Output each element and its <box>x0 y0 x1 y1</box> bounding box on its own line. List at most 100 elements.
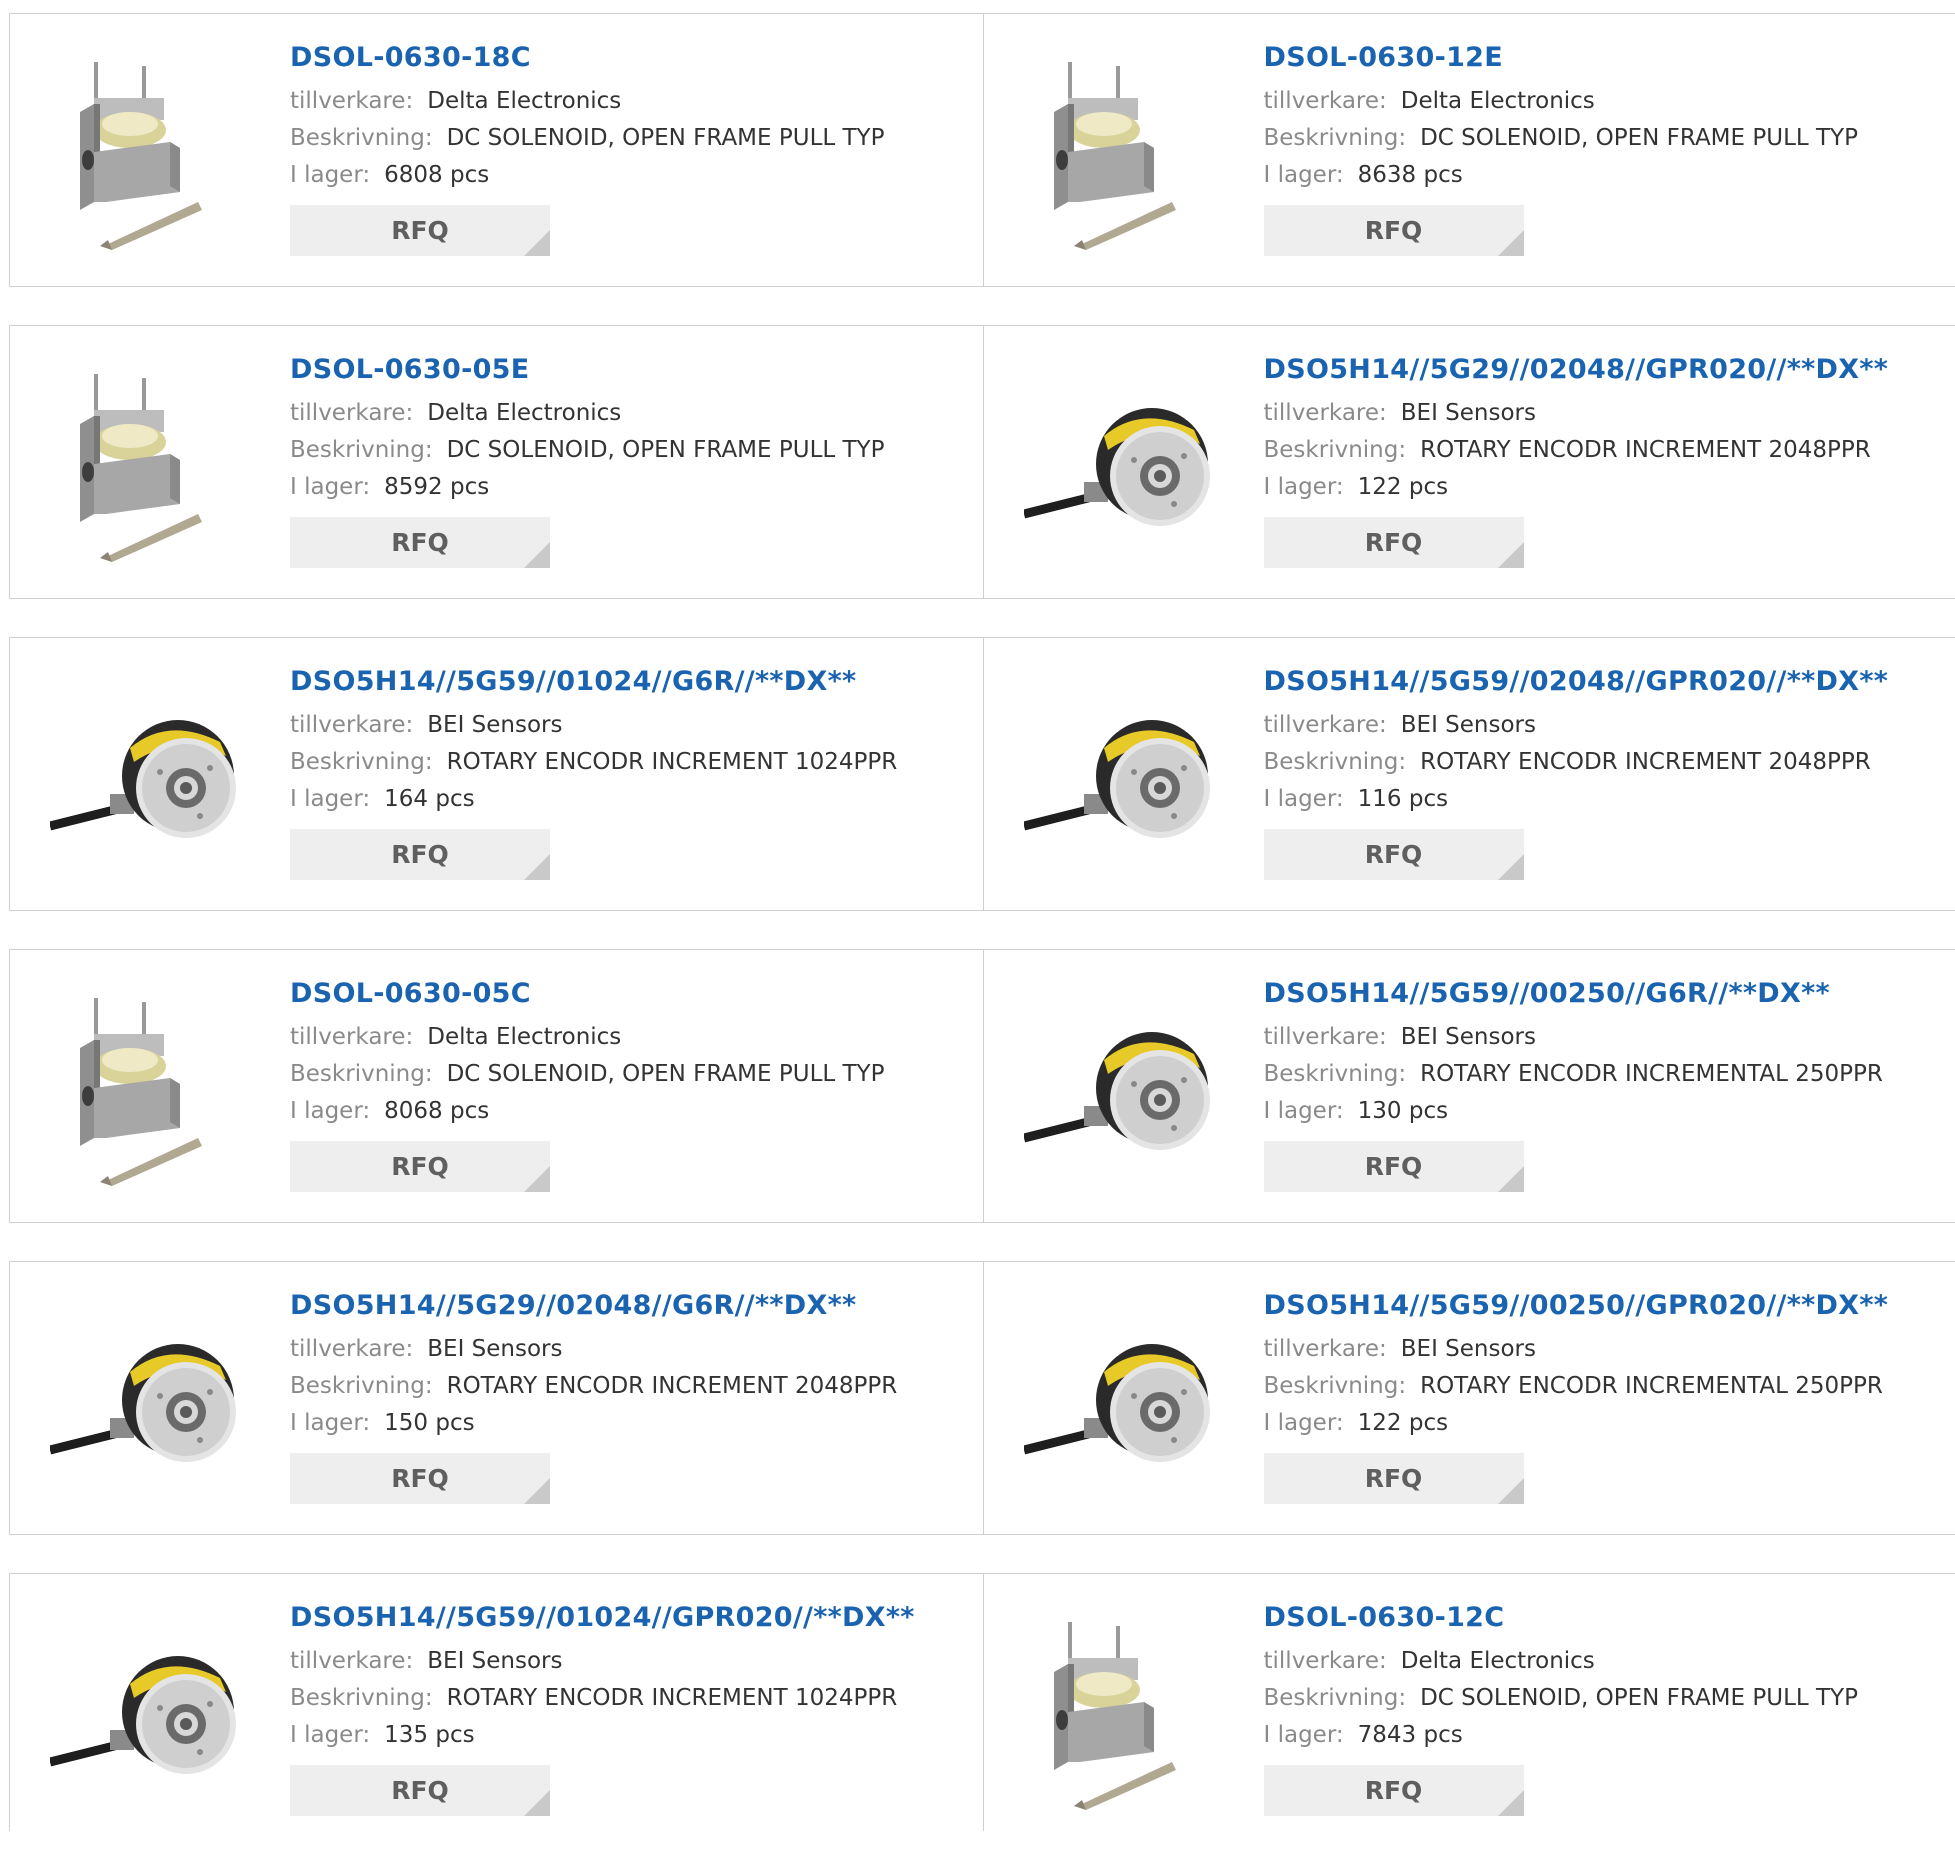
description-row: Beskrivning:ROTARY ENCODR INCREMENTAL 25… <box>1264 1062 1883 1087</box>
manufacturer-label: tillverkare: <box>290 1336 413 1362</box>
part-number-link[interactable]: DSO5H14//5G59//01024//G6R//**DX** <box>290 666 897 697</box>
stock-row: I lager:8592 pcs <box>290 475 884 500</box>
rfq-button[interactable]: RFQ <box>290 1765 550 1816</box>
rfq-button[interactable]: RFQ <box>290 205 550 256</box>
product-image[interactable] <box>1024 52 1224 252</box>
product-info: DSOL-0630-12E tillverkare: Delta Electron… <box>1264 42 1858 256</box>
manufacturer-value: Delta Electronics <box>1401 88 1595 114</box>
rfq-button[interactable]: RFQ <box>1264 829 1524 880</box>
description-value: DC SOLENOID, OPEN FRAME PULL TYP <box>447 1061 885 1087</box>
rfq-button[interactable]: RFQ <box>1264 1765 1524 1816</box>
manufacturer-value: Delta Electronics <box>427 400 621 426</box>
product-image[interactable] <box>50 988 250 1188</box>
description-value: ROTARY ENCODR INCREMENT 1024PPR <box>447 1685 898 1711</box>
product-info: DSOL-0630-12C tillverkare:Delta Electron… <box>1264 1602 1858 1816</box>
product-info: DSO5H14//5G59//01024//GPR020//**DX** til… <box>290 1602 915 1816</box>
stock-label: I lager: <box>290 162 370 188</box>
product-image[interactable] <box>50 1612 250 1812</box>
stock-row: I lager:130 pcs <box>1264 1099 1883 1124</box>
part-number-link[interactable]: DSO5H14//5G59//00250//G6R//**DX** <box>1264 978 1883 1009</box>
manufacturer-label: tillverkare: <box>1264 1648 1387 1674</box>
part-number-link[interactable]: DSO5H14//5G29//02048//GPR020//**DX** <box>1264 354 1889 385</box>
rfq-button[interactable]: RFQ <box>290 829 550 880</box>
description-value: DC SOLENOID, OPEN FRAME PULL TYP <box>1420 125 1858 151</box>
description-row: Beskrivning:DC SOLENOID, OPEN FRAME PULL… <box>290 126 884 151</box>
stock-value: 122 pcs <box>1358 474 1448 500</box>
solenoid-icon <box>50 988 250 1188</box>
corner-triangle-icon <box>524 1478 550 1504</box>
corner-triangle-icon <box>524 1166 550 1192</box>
corner-triangle-icon <box>524 230 550 256</box>
product-card: DSOL-0630-12C tillverkare:Delta Electron… <box>983 1574 1955 1831</box>
rfq-button[interactable]: RFQ <box>1264 205 1524 256</box>
manufacturer-value: BEI Sensors <box>427 712 562 738</box>
rfq-button[interactable]: RFQ <box>290 517 550 568</box>
product-row: DSOL-0630-18C tillverkare: Delta Electron… <box>9 13 1955 287</box>
product-card: DSOL-0630-05C tillverkare:Delta Electron… <box>10 950 983 1222</box>
part-number-link[interactable]: DSO5H14//5G29//02048//G6R//**DX** <box>290 1290 897 1321</box>
description-row: Beskrivning:DC SOLENOID, OPEN FRAME PULL… <box>290 1062 884 1087</box>
product-image[interactable] <box>50 676 250 876</box>
stock-label: I lager: <box>290 1722 370 1748</box>
rfq-label: RFQ <box>1365 216 1423 245</box>
rfq-button[interactable]: RFQ <box>1264 517 1524 568</box>
rotary-encoder-icon <box>1024 988 1224 1188</box>
rfq-button[interactable]: RFQ <box>1264 1141 1524 1192</box>
product-image[interactable] <box>1024 988 1224 1188</box>
part-number-link[interactable]: DSO5H14//5G59//01024//GPR020//**DX** <box>290 1602 915 1633</box>
manufacturer-value: BEI Sensors <box>1401 1024 1536 1050</box>
corner-triangle-icon <box>1498 1790 1524 1816</box>
manufacturer-label: tillverkare: <box>1264 88 1387 114</box>
rotary-encoder-icon <box>1024 676 1224 876</box>
part-number-link[interactable]: DSOL-0630-05E <box>290 354 884 385</box>
product-image[interactable] <box>50 1300 250 1500</box>
part-number-link[interactable]: DSOL-0630-12E <box>1264 42 1858 73</box>
stock-row: I lager:6808 pcs <box>290 163 884 188</box>
part-number-link[interactable]: DSOL-0630-05C <box>290 978 884 1009</box>
product-image[interactable] <box>1024 676 1224 876</box>
part-number-link[interactable]: DSOL-0630-12C <box>1264 1602 1858 1633</box>
rotary-encoder-icon <box>1024 1300 1224 1500</box>
description-label: Beskrivning: <box>290 1685 433 1711</box>
product-image[interactable] <box>50 52 250 252</box>
rfq-label: RFQ <box>1365 1152 1423 1181</box>
product-card: DSO5H14//5G59//00250//G6R//**DX** tillve… <box>983 950 1955 1222</box>
stock-value: 7843 pcs <box>1358 1722 1463 1748</box>
manufacturer-value: BEI Sensors <box>1401 400 1536 426</box>
rfq-label: RFQ <box>1365 1776 1423 1805</box>
rfq-button[interactable]: RFQ <box>290 1141 550 1192</box>
description-label: Beskrivning: <box>1264 749 1407 775</box>
product-image[interactable] <box>1024 1300 1224 1500</box>
product-card: DSO5H14//5G59//01024//GPR020//**DX** til… <box>10 1574 983 1831</box>
stock-label: I lager: <box>290 1410 370 1436</box>
product-info: DSO5H14//5G59//00250//G6R//**DX** tillve… <box>1264 978 1883 1192</box>
solenoid-icon <box>50 364 250 564</box>
description-label: Beskrivning: <box>1264 437 1407 463</box>
rotary-encoder-icon <box>50 676 250 876</box>
product-info: DSOL-0630-18C tillverkare:Delta Electron… <box>290 42 884 256</box>
product-card: DSO5H14//5G59//02048//GPR020//**DX** til… <box>983 638 1955 910</box>
manufacturer-row: tillverkare:BEI Sensors <box>290 1649 915 1674</box>
stock-row: I lager:8638 pcs <box>1264 163 1858 188</box>
product-image[interactable] <box>50 364 250 564</box>
product-row: DSOL-0630-05C tillverkare:Delta Electron… <box>9 949 1955 1223</box>
part-number-link[interactable]: DSO5H14//5G59//02048//GPR020//**DX** <box>1264 666 1889 697</box>
rotary-encoder-icon <box>50 1300 250 1500</box>
rfq-label: RFQ <box>1365 1464 1423 1493</box>
manufacturer-label: tillverkare: <box>290 1648 413 1674</box>
description-label: Beskrivning: <box>290 1373 433 1399</box>
product-card: DSOL-0630-18C tillverkare:Delta Electron… <box>10 14 983 286</box>
rfq-label: RFQ <box>391 1464 449 1493</box>
product-image[interactable] <box>1024 1612 1224 1812</box>
manufacturer-label: tillverkare: <box>290 1024 413 1050</box>
corner-triangle-icon <box>524 854 550 880</box>
part-number-link[interactable]: DSOL-0630-18C <box>290 42 884 73</box>
part-number-link[interactable]: DSO5H14//5G59//00250//GPR020//**DX** <box>1264 1290 1889 1321</box>
rfq-button[interactable]: RFQ <box>1264 1453 1524 1504</box>
rfq-button[interactable]: RFQ <box>290 1453 550 1504</box>
product-row: DSOL-0630-05E tillverkare: Delta Electron… <box>9 325 1955 599</box>
manufacturer-label: tillverkare: <box>1264 400 1387 426</box>
product-info: DSO5H14//5G29//02048//GPR020//**DX** til… <box>1264 354 1889 568</box>
stock-value: 130 pcs <box>1358 1098 1448 1124</box>
product-image[interactable] <box>1024 364 1224 564</box>
